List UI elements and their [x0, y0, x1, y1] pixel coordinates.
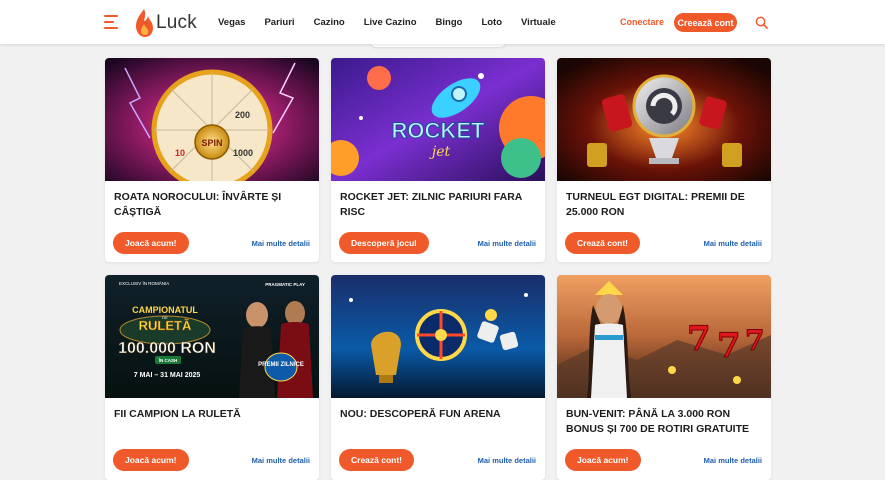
nav-cazino[interactable]: Cazino — [314, 17, 345, 28]
promo-title: ROCKET JET: ZILNIC PARIURI FARA RISC — [340, 191, 523, 218]
nav-vegas[interactable]: Vegas — [218, 17, 245, 28]
promo-card-wheel: 200 1000 10 SPIN ROATA NOROCULUI: ÎNVÂRT… — [105, 58, 319, 262]
promo-card-welcome-bonus: 7 7 7 BUN-VENIT: PÂNĂ LA 3.000 RON BONUS… — [557, 275, 771, 480]
promo-image-roulette-championship[interactable]: EXCLUSIV ÎN ROMÂNIA PRAGMATIC PLAY CAMPI… — [105, 275, 319, 398]
play-now-button[interactable]: Joacă acum! — [113, 232, 189, 254]
svg-text:7: 7 — [745, 324, 764, 357]
nav-pariuri[interactable]: Pariuri — [264, 17, 294, 28]
svg-text:1000: 1000 — [233, 148, 253, 158]
play-now-button[interactable]: Joacă acum! — [113, 449, 189, 471]
promo-title: NOU: DESCOPERĂ FUN ARENA — [340, 408, 501, 420]
promo-card-roulette-championship: EXCLUSIV ÎN ROMÂNIA PRAGMATIC PLAY CAMPI… — [105, 275, 319, 480]
signup-button[interactable]: Creează cont — [674, 13, 737, 32]
main-nav: Vegas Pariuri Cazino Live Cazino Bingo L… — [218, 0, 575, 44]
cash-label: ÎN CASH — [158, 356, 178, 363]
nav-bingo[interactable]: Bingo — [436, 17, 463, 28]
promo-title: TURNEUL EGT DIGITAL: PREMII DE 25.000 RO… — [566, 191, 745, 218]
championship-label: CAMPIONATUL — [132, 305, 198, 315]
logo-wordmark: Luck — [156, 12, 197, 33]
create-account-button[interactable]: Crează cont! — [339, 449, 415, 471]
promo-card-egt-tournament: TURNEUL EGT DIGITAL: PREMII DE 25.000 RO… — [557, 58, 771, 262]
discover-game-button[interactable]: Descoperă jocul — [339, 232, 429, 254]
svg-text:7: 7 — [717, 326, 741, 366]
promo-title: ROATA NOROCULUI: ÎNVÂRTE ȘI CÂȘTIGĂ — [114, 191, 282, 218]
promo-image-wheel[interactable]: 200 1000 10 SPIN — [105, 58, 319, 181]
flame-logo-icon — [136, 9, 153, 37]
more-details-link[interactable]: Mai multe detalii — [252, 456, 310, 465]
promo-title: FII CAMPION LA RULETĂ — [114, 408, 241, 420]
provider-logo: PRAGMATIC PLAY — [265, 282, 305, 287]
svg-text:200: 200 — [235, 110, 250, 120]
promo-image-rocket-jet[interactable]: ROCKET jet — [331, 58, 545, 181]
more-details-link[interactable]: Mai multe detalii — [252, 239, 310, 248]
svg-text:10: 10 — [175, 148, 185, 158]
more-details-link[interactable]: Mai multe detalii — [478, 456, 536, 465]
prize-amount: 100.000 RON — [118, 340, 216, 357]
nav-live-cazino[interactable]: Live Cazino — [364, 17, 417, 28]
top-header: Luck Vegas Pariuri Cazino Live Cazino Bi… — [0, 0, 885, 44]
promo-image-egt-tournament[interactable] — [557, 58, 771, 181]
daily-prizes-badge: PREMII ZILNICE — [258, 362, 304, 368]
search-icon[interactable] — [755, 16, 768, 29]
spin-label: SPIN — [201, 138, 222, 148]
promo-card-fun-arena: NOU: DESCOPERĂ FUN ARENA Crează cont! Ma… — [331, 275, 545, 480]
date-range: 7 MAI – 31 MAI 2025 — [134, 372, 201, 379]
site-logo[interactable]: Luck — [134, 8, 197, 38]
exclusive-badge: EXCLUSIV ÎN ROMÂNIA — [119, 280, 169, 286]
more-details-link[interactable]: Mai multe detalii — [478, 239, 536, 248]
nav-loto[interactable]: Loto — [481, 17, 502, 28]
play-now-button[interactable]: Joacă acum! — [565, 449, 641, 471]
promo-image-welcome-bonus[interactable]: 7 7 7 — [557, 275, 771, 398]
nav-virtuale[interactable]: Virtuale — [521, 17, 556, 28]
roulette-label: RULETĂ — [139, 318, 192, 333]
svg-text:7: 7 — [687, 319, 711, 359]
hamburger-menu-icon[interactable] — [104, 15, 120, 29]
more-details-link[interactable]: Mai multe detalii — [704, 456, 762, 465]
create-account-button[interactable]: Crează cont! — [565, 232, 641, 254]
promo-image-fun-arena[interactable] — [331, 275, 545, 398]
promo-title: BUN-VENIT: PÂNĂ LA 3.000 RON BONUS ȘI 70… — [566, 408, 749, 435]
login-link[interactable]: Conectare — [620, 17, 664, 27]
jet-logo-text: jet — [429, 144, 451, 160]
promo-card-rocket-jet: ROCKET jet ROCKET JET: ZILNIC PARIURI FA… — [331, 58, 545, 262]
more-details-link[interactable]: Mai multe detalii — [704, 239, 762, 248]
rocket-logo-text: ROCKET — [392, 118, 485, 143]
